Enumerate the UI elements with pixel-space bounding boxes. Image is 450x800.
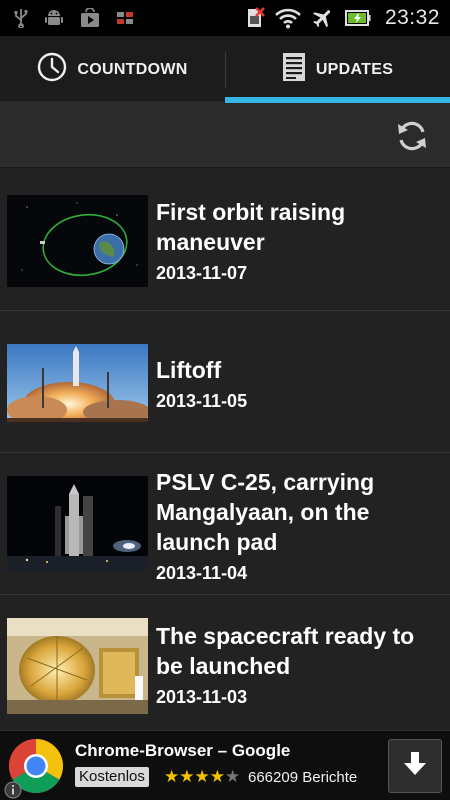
toolbar bbox=[0, 103, 450, 168]
play-store-icon bbox=[80, 8, 100, 28]
star-icon: ★ bbox=[209, 767, 225, 786]
ad-rating-stars: ★★★★★ bbox=[164, 767, 240, 787]
star-empty-icon: ★ bbox=[225, 767, 241, 786]
ad-price-badge: Kostenlos bbox=[75, 767, 149, 787]
clock-icon bbox=[37, 52, 67, 87]
ad-title[interactable]: Chrome-Browser – Google bbox=[75, 741, 290, 761]
update-title: The spacecraft ready to be launched bbox=[156, 623, 415, 679]
spacecraft-image bbox=[7, 618, 148, 714]
star-icon: ★ bbox=[179, 767, 195, 786]
tab-updates[interactable]: UPDATES bbox=[225, 36, 450, 103]
wifi-icon bbox=[275, 7, 301, 29]
ad-info-icon[interactable] bbox=[4, 781, 22, 799]
orbit-image bbox=[7, 195, 148, 287]
refresh-button[interactable] bbox=[394, 118, 430, 154]
update-title: Liftoff bbox=[156, 357, 222, 383]
list-item[interactable]: Liftoff 2013-11-05 bbox=[0, 311, 450, 453]
list-item[interactable]: The spacecraft ready to be launched 2013… bbox=[0, 595, 450, 730]
star-icon: ★ bbox=[164, 767, 180, 786]
list-item[interactable]: PSLV C-25, carrying Mangalyaan, on the l… bbox=[0, 453, 450, 595]
list-item[interactable]: First orbit raising maneuver 2013-11-07 bbox=[0, 169, 450, 311]
ad-banner[interactable]: Chrome-Browser – Google Kostenlos ★★★★★ … bbox=[0, 730, 450, 800]
status-time: 23:32 bbox=[384, 6, 440, 29]
document-icon bbox=[282, 52, 306, 87]
updates-list: First orbit raising maneuver 2013-11-07 bbox=[0, 169, 450, 730]
app-notification-icon bbox=[116, 10, 134, 26]
status-bar: 23:32 bbox=[0, 0, 450, 36]
tab-countdown-label: COUNTDOWN bbox=[77, 60, 188, 78]
refresh-icon bbox=[394, 121, 430, 158]
update-date: 2013-11-07 bbox=[156, 263, 248, 283]
no-sim-icon bbox=[245, 7, 265, 29]
update-date: 2013-11-05 bbox=[156, 391, 248, 411]
update-date: 2013-11-03 bbox=[156, 687, 248, 707]
android-debug-icon bbox=[44, 8, 64, 28]
ad-review-count: 666209 Berichte bbox=[248, 769, 358, 786]
download-button[interactable] bbox=[388, 739, 442, 793]
liftoff-image bbox=[7, 344, 148, 436]
airplane-mode-icon bbox=[311, 6, 335, 30]
battery-icon bbox=[344, 9, 371, 27]
star-icon: ★ bbox=[194, 767, 210, 786]
launch-pad-image bbox=[7, 476, 148, 571]
update-title: PSLV C-25, carrying Mangalyaan, on the l… bbox=[156, 469, 375, 555]
tab-updates-label: UPDATES bbox=[315, 60, 394, 78]
download-icon bbox=[401, 750, 429, 783]
tab-countdown[interactable]: COUNTDOWN bbox=[0, 36, 225, 103]
update-date: 2013-11-04 bbox=[156, 563, 248, 583]
update-title: First orbit raising maneuver bbox=[156, 199, 346, 255]
tab-bar: COUNTDOWN UPDATES bbox=[0, 36, 450, 103]
usb-icon bbox=[14, 8, 28, 28]
